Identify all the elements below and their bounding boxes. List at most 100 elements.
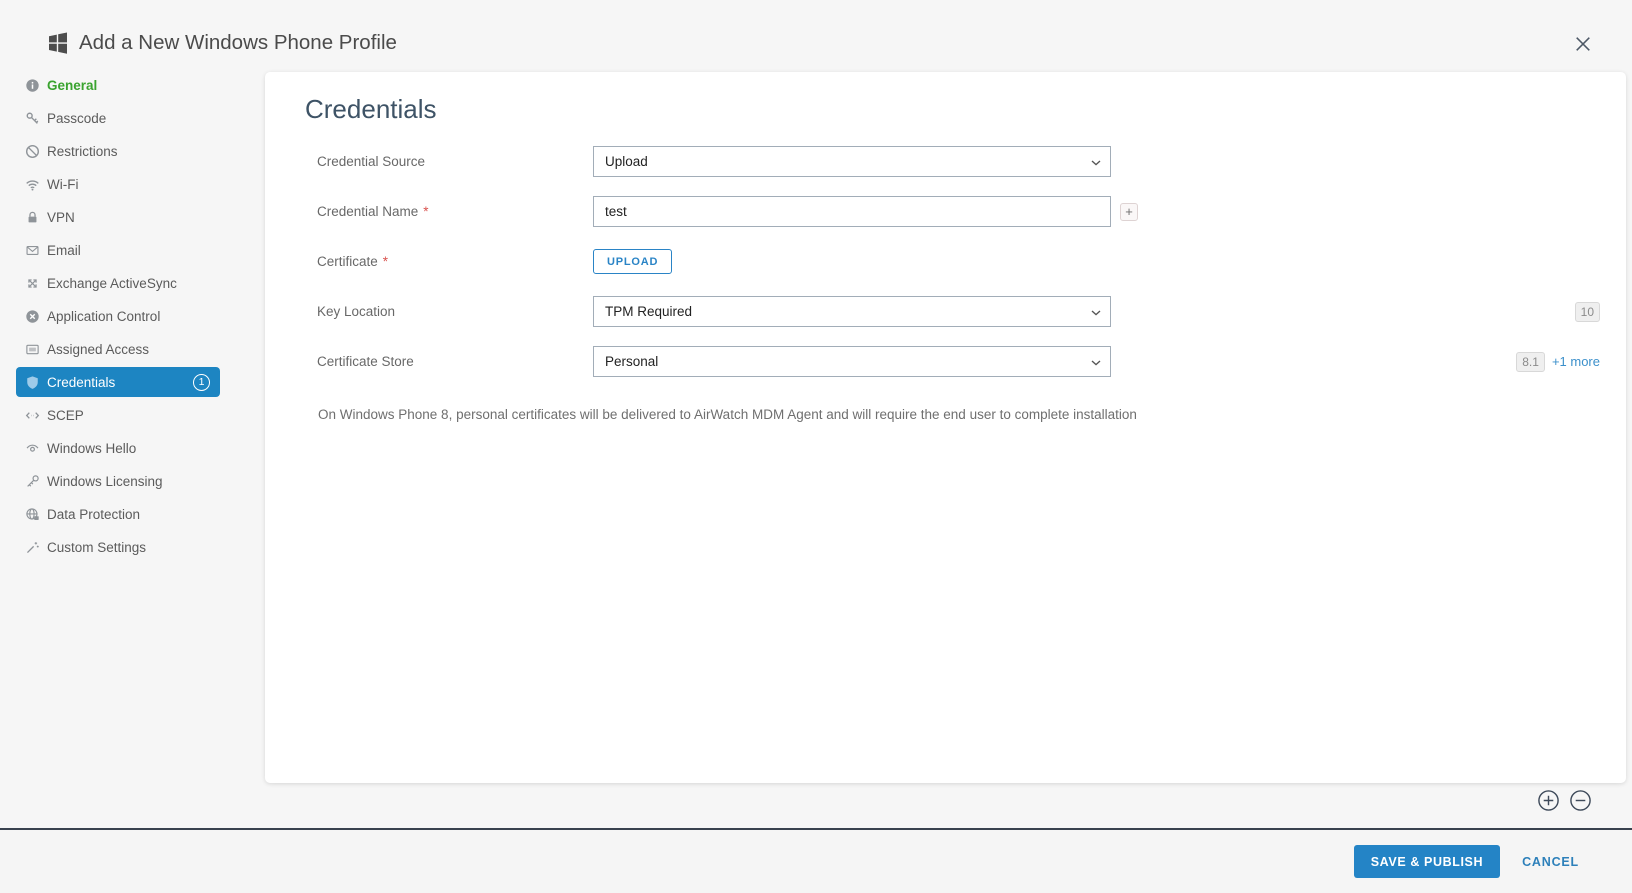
sidebar-item-wi-fi[interactable]: Wi-Fi xyxy=(16,169,220,199)
field-label-text: Credential Name xyxy=(317,204,418,219)
field-label: Credential Name * xyxy=(317,204,593,219)
more-versions-link[interactable]: +1 more xyxy=(1552,354,1600,369)
sidebar-item-exchange-activesync[interactable]: Exchange ActiveSync xyxy=(16,268,220,298)
os-version-badge: 8.1 xyxy=(1516,352,1545,372)
wifi-icon xyxy=(25,177,40,192)
modal-footer: SAVE & PUBLISH CANCEL xyxy=(0,828,1632,893)
windows-logo-icon xyxy=(47,32,69,54)
sidebar-item-assigned-access[interactable]: Assigned Access xyxy=(16,334,220,364)
field-row-key-location: Key Location TPM Required 10 xyxy=(265,296,1626,327)
sidebar-item-restrictions[interactable]: Restrictions xyxy=(16,136,220,166)
custom-settings-icon xyxy=(25,540,40,555)
field-label-text: Credential Source xyxy=(317,154,425,169)
restrictions-icon xyxy=(25,144,40,159)
credentials-form: Credential Source Upload Credential Name * +… xyxy=(265,146,1626,377)
scep-icon xyxy=(25,408,40,423)
sidebar-item-label: Passcode xyxy=(47,111,106,126)
minus-circle-icon xyxy=(1569,789,1592,812)
sidebar-item-application-control[interactable]: Application Control xyxy=(16,301,220,331)
sidebar-item-label: Data Protection xyxy=(47,507,140,522)
field-control: + xyxy=(593,196,1138,227)
sidebar-item-label: Wi-Fi xyxy=(47,177,78,192)
info-icon xyxy=(25,78,40,93)
cancel-button[interactable]: CANCEL xyxy=(1516,854,1585,870)
sidebar-item-scep[interactable]: SCEP xyxy=(16,400,220,430)
sync-icon xyxy=(25,276,40,291)
remove-payload-button[interactable] xyxy=(1569,789,1592,812)
sidebar-item-passcode[interactable]: Passcode xyxy=(16,103,220,133)
upload-button[interactable]: UPLOAD xyxy=(593,249,672,274)
add-payload-button[interactable] xyxy=(1537,789,1560,812)
app-control-icon xyxy=(25,309,40,324)
os-version-badges: 10 xyxy=(1575,302,1600,322)
windows-licensing-icon xyxy=(25,474,40,489)
field-row-certificate-store: Certificate Store Personal 8.1 +1 more xyxy=(265,346,1626,377)
payload-sidebar: General Passcode Restrictions Wi-Fi VPN Email… xyxy=(16,70,220,565)
modal-header: Add a New Windows Phone Profile xyxy=(47,31,397,55)
sidebar-item-general[interactable]: General xyxy=(16,70,220,100)
sidebar-item-label: Windows Hello xyxy=(47,441,136,456)
selected-option-label: TPM Required xyxy=(605,304,692,319)
sidebar-item-credentials[interactable]: Credentials 1 xyxy=(16,367,220,397)
sidebar-item-label: Email xyxy=(47,243,81,258)
chevron-down-icon xyxy=(1091,160,1101,166)
sidebar-item-windows-hello[interactable]: Windows Hello xyxy=(16,433,220,463)
credentials-panel: Credentials Credential SourceUploadCrede… xyxy=(265,72,1626,783)
field-label: Certificate * xyxy=(317,254,593,269)
sidebar-item-label: Credentials xyxy=(47,375,115,390)
save-and-publish-button[interactable]: SAVE & PUBLISH xyxy=(1354,845,1500,878)
sidebar-item-custom-settings[interactable]: Custom Settings xyxy=(16,532,220,562)
sidebar-item-label: General xyxy=(47,78,97,93)
certificate-store-select[interactable]: Personal xyxy=(593,346,1111,377)
sidebar-item-label: Windows Licensing xyxy=(47,474,163,489)
chevron-down-icon xyxy=(1091,360,1101,366)
selected-option-label: Upload xyxy=(605,154,648,169)
credential-name-input[interactable] xyxy=(593,196,1111,227)
field-row-certificate: Certificate * UPLOAD xyxy=(265,246,1626,277)
field-label: Credential Source xyxy=(317,154,593,169)
sidebar-item-label: Assigned Access xyxy=(47,342,149,357)
field-label-text: Certificate Store xyxy=(317,354,414,369)
lock-icon xyxy=(25,210,40,225)
selected-option-label: Personal xyxy=(605,354,658,369)
plus-circle-icon xyxy=(1537,789,1560,812)
field-row-credential-name: Credential Name * + xyxy=(265,196,1626,227)
field-label-text: Certificate xyxy=(317,254,378,269)
sidebar-item-windows-licensing[interactable]: Windows Licensing xyxy=(16,466,220,496)
modal-title: Add a New Windows Phone Profile xyxy=(79,31,397,55)
payload-count-badge: 1 xyxy=(193,374,210,391)
credential-source-select[interactable]: Upload xyxy=(593,146,1111,177)
windows-hello-icon xyxy=(25,441,40,456)
sidebar-item-label: Exchange ActiveSync xyxy=(47,276,177,291)
field-label-text: Key Location xyxy=(317,304,395,319)
sidebar-item-vpn[interactable]: VPN xyxy=(16,202,220,232)
os-version-badges: 8.1 +1 more xyxy=(1516,352,1600,372)
key-icon xyxy=(25,111,40,126)
key-location-select[interactable]: TPM Required xyxy=(593,296,1111,327)
field-control: Upload xyxy=(593,146,1111,177)
os-version-badge: 10 xyxy=(1575,302,1600,322)
sidebar-item-label: Application Control xyxy=(47,309,160,324)
field-label: Key Location xyxy=(317,304,593,319)
sidebar-item-email[interactable]: Email xyxy=(16,235,220,265)
required-marker: * xyxy=(423,204,428,219)
add-credential-name-button[interactable]: + xyxy=(1120,203,1138,221)
sidebar-item-label: VPN xyxy=(47,210,75,225)
field-row-credential-source: Credential Source Upload xyxy=(265,146,1626,177)
data-protection-icon xyxy=(25,507,40,522)
assigned-access-icon xyxy=(25,342,40,357)
field-label: Certificate Store xyxy=(317,354,593,369)
sidebar-item-label: Restrictions xyxy=(47,144,118,159)
sidebar-item-data-protection[interactable]: Data Protection xyxy=(16,499,220,529)
sidebar-item-label: SCEP xyxy=(47,408,84,423)
field-control: Personal xyxy=(593,346,1111,377)
payload-note: On Windows Phone 8, personal certificate… xyxy=(318,407,1586,422)
field-control: TPM Required xyxy=(593,296,1111,327)
panel-heading: Credentials xyxy=(265,72,1626,124)
field-control: UPLOAD xyxy=(593,249,672,274)
close-button[interactable] xyxy=(1574,34,1594,54)
payload-pager xyxy=(1537,789,1592,812)
required-marker: * xyxy=(383,254,388,269)
close-icon xyxy=(1574,35,1594,53)
sidebar-item-label: Custom Settings xyxy=(47,540,146,555)
